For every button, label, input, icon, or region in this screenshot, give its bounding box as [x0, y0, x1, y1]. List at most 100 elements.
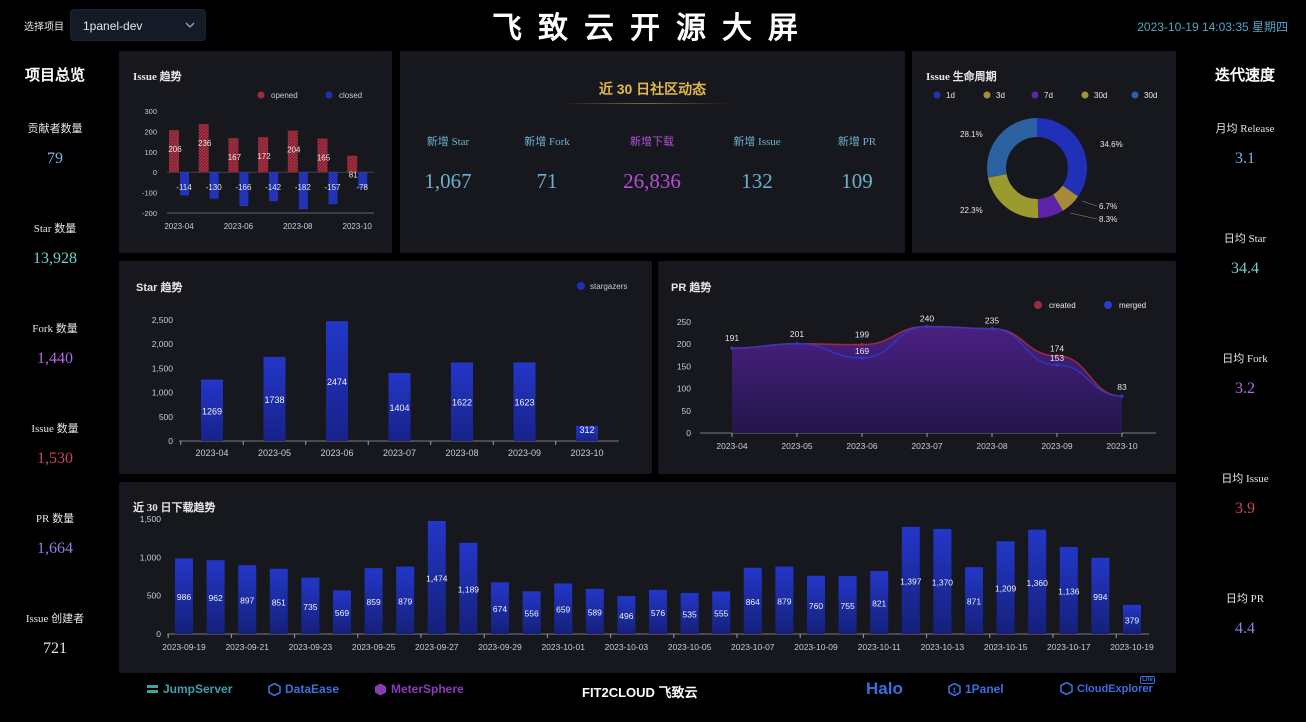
star-trend-chart: 2,500 2,000 1,500 1,000 500 0 1269 2023-04 1738 2… — [152, 282, 627, 458]
logo-text: MeterSphere — [391, 682, 464, 696]
pr-value-label: 201 — [790, 329, 804, 339]
download-value-label: 659 — [556, 605, 570, 615]
stat-value: 79 — [47, 150, 63, 167]
x-tick-label: 2023-10-01 — [541, 642, 585, 652]
download-value-label: 1,189 — [458, 584, 480, 594]
star-value-label: 1738 — [264, 395, 284, 405]
x-tick-label: 2023-04 — [195, 448, 228, 458]
opened-value-label: 206 — [168, 145, 182, 154]
stat-stars: Star 数量 13,928 — [0, 220, 110, 268]
x-tick-label: 2023-08 — [283, 222, 313, 231]
logo-text: Halo — [866, 679, 903, 698]
community-value: 26,836 — [623, 169, 681, 193]
y-tick-label: 100 — [144, 148, 157, 157]
stat-label: 日均 Issue — [1221, 473, 1269, 485]
star-value-label: 1404 — [389, 403, 409, 413]
issue-lifecycle-panel: Issue 生命周期 1d 3d 7d 30d 30d 34.6% 6.7% 8.3% 22.3… — [912, 51, 1176, 253]
download-value-label: 1,474 — [426, 573, 448, 583]
logo-text: CloudExplorer — [1077, 682, 1153, 695]
x-tick-label: 2023-04 — [716, 441, 747, 451]
merged-point — [1120, 394, 1124, 398]
download-value-label: 535 — [683, 609, 697, 619]
downloads-panel: 近 30 日下载趋势 1,500 1,000 500 0 986 962 897 851 735… — [119, 482, 1176, 673]
download-value-label: 864 — [746, 597, 760, 607]
logo-1panel[interactable]: 1 1Panel — [948, 682, 1004, 696]
star-value-label: 1622 — [452, 398, 472, 408]
overview-column: 项目总览 贡献者数量 79 Star 数量 13,928 Fork 数量 1,4… — [0, 50, 110, 670]
x-tick-label: 2023-05 — [258, 448, 291, 458]
closed-value-label: -182 — [295, 183, 312, 192]
community-item-issue: 新增 Issue 132 — [707, 133, 807, 194]
download-value-label: 555 — [714, 609, 728, 619]
y-tick-label: 500 — [159, 412, 173, 422]
community-label: 新增 Star — [426, 136, 470, 148]
logo-dataease[interactable]: DataEase — [268, 682, 339, 696]
star-value-label: 312 — [579, 425, 594, 435]
download-value-label: 994 — [1093, 592, 1107, 602]
datetime: 2023-10-19 14:03:35 星期四 — [1137, 20, 1288, 34]
download-value-label: 871 — [967, 597, 981, 607]
x-tick-label: 2023-06 — [320, 448, 353, 458]
pie-value-label: 28.1% — [960, 130, 983, 139]
stat-value: 1,440 — [37, 350, 73, 367]
top-bar: 选择项目 1panel-dev 飞致云开源大屏 2023-10-19 14:03… — [0, 0, 1306, 46]
label-leader — [1081, 200, 1098, 207]
stat-label: 月均 Release — [1215, 123, 1275, 135]
title-underline — [560, 103, 730, 104]
legend-stargazers-label: stargazers — [590, 282, 627, 291]
logo-cloudexplorer[interactable]: CloudExplorer Lite — [1060, 676, 1155, 695]
y-tick-label: 2,500 — [152, 315, 174, 325]
stat-contributors: 贡献者数量 79 — [0, 120, 110, 168]
pie-value-label: 34.6% — [1100, 140, 1123, 149]
x-tick-label: 2023-09-25 — [352, 642, 396, 652]
logo-fit2cloud[interactable]: FIT2CLOUD 飞致云 — [582, 682, 698, 701]
legend-label: 30d — [1094, 91, 1107, 100]
stat-label: 日均 Star — [1223, 233, 1267, 245]
y-tick-label: -200 — [142, 209, 157, 218]
stat-label: Issue 创建者 — [25, 613, 85, 625]
download-value-label: 735 — [303, 602, 317, 612]
dataease-icon — [268, 682, 281, 696]
x-tick-label: 2023-06 — [846, 441, 877, 451]
x-tick-label: 2023-10-13 — [921, 642, 965, 652]
x-tick-label: 2023-10-05 — [668, 642, 712, 652]
y-tick-label: 250 — [677, 317, 691, 327]
stat-value: 3.2 — [1235, 380, 1255, 397]
download-value-label: 851 — [272, 597, 286, 607]
community-value: 71 — [536, 169, 558, 193]
x-tick-label: 2023-07 — [383, 448, 416, 458]
merged-point — [730, 346, 734, 350]
community-label: 新增 PR — [837, 136, 877, 148]
star-trend-panel: Star 趋势 2,500 2,000 1,500 1,000 500 0 1269 2023… — [119, 261, 652, 474]
legend-marker — [1031, 91, 1039, 99]
y-tick-label: 0 — [153, 168, 157, 177]
logo-jumpserver[interactable]: JumpServer — [146, 682, 232, 696]
stat-daily-star: 日均 Star 34.4 — [1190, 230, 1300, 278]
stat-daily-pr: 日均 PR 4.4 — [1190, 590, 1300, 638]
cloudexplorer-icon — [1060, 682, 1073, 695]
legend-label: 1d — [946, 91, 955, 100]
merged-point — [860, 356, 864, 360]
logo-halo[interactable]: Halo — [866, 679, 903, 699]
download-value-label: 879 — [398, 596, 412, 606]
stat-issue-creators: Issue 创建者 721 — [0, 610, 110, 658]
x-tick-label: 2023-10-03 — [605, 642, 649, 652]
stat-label: 日均 PR — [1225, 593, 1265, 605]
stat-label: Star 数量 — [33, 223, 77, 235]
y-tick-label: 1,000 — [152, 388, 174, 398]
logo-text: JumpServer — [163, 682, 233, 696]
stat-value: 721 — [43, 640, 67, 657]
logo-metersphere[interactable]: MeterSphere — [374, 682, 464, 696]
stat-monthly-release: 月均 Release 3.1 — [1190, 120, 1300, 168]
y-tick-label: -100 — [142, 189, 157, 198]
velocity-title: 迭代速度 — [1214, 67, 1275, 84]
x-tick-label: 2023-10-17 — [1047, 642, 1091, 652]
y-tick-label: 200 — [677, 339, 691, 349]
download-value-label: 576 — [651, 608, 665, 618]
community-panel: 近 30 日社区动态 新增 Star 1,067 新增 Fork 71 新增下载… — [400, 51, 905, 253]
star-value-label: 1623 — [514, 398, 534, 408]
download-value-label: 589 — [588, 607, 602, 617]
pie-slice — [987, 174, 1039, 218]
legend-label: 7d — [1044, 91, 1053, 100]
y-tick-label: 1,500 — [152, 363, 174, 373]
